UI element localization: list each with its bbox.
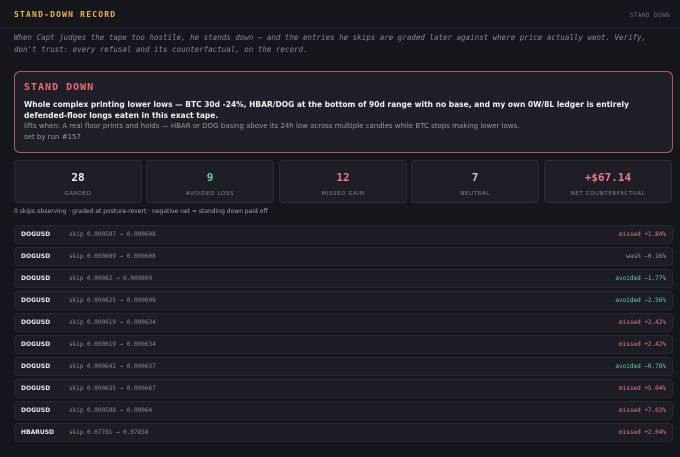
row-result: missed +2.42%: [619, 319, 666, 326]
skip-row[interactable]: DOGUSD skip 0.00062 → 0.000609 avoided −…: [14, 269, 673, 288]
row-range: skip 0.000619 → 0.000634: [69, 319, 156, 326]
page-header: STAND-DOWN RECORD STAND DOWN: [0, 0, 680, 28]
row-result: wash −0.16%: [626, 253, 666, 260]
stat-value: 7: [471, 171, 479, 184]
status-label: STAND DOWN: [629, 12, 670, 19]
row-symbol: DOGUSD: [21, 253, 51, 260]
skip-row[interactable]: DOGUSD skip 0.000619 → 0.000634 missed +…: [14, 313, 673, 332]
stat-card-avoided-loss: 9 AVOIDED LOSS: [146, 160, 274, 203]
row-result: missed +1.84%: [619, 231, 666, 238]
skip-row[interactable]: DOGUSD skip 0.000619 → 0.000634 missed +…: [14, 335, 673, 354]
stat-label: AVOIDED LOSS: [185, 191, 235, 197]
row-range: skip 0.00062 → 0.000609: [69, 275, 153, 282]
stat-card-neutral: 7 NEUTRAL: [411, 160, 539, 203]
row-symbol: DOGUSD: [21, 275, 51, 282]
row-result: missed +2.42%: [619, 341, 666, 348]
stat-card-net-counterfactual: +$67.14 NET COUNTERFACTUAL: [544, 160, 672, 203]
page-title: STAND-DOWN RECORD: [14, 10, 117, 19]
row-result: missed +7.02%: [619, 407, 666, 414]
summary-line: 0 skips observing · graded at posture-re…: [14, 208, 268, 215]
row-symbol: DOGUSD: [21, 407, 51, 414]
skip-row[interactable]: DOGUSD skip 0.000609 → 0.000608 wash −0.…: [14, 247, 673, 266]
stat-value: 9: [206, 171, 214, 184]
row-range: skip 0.000598 → 0.00064: [69, 407, 153, 414]
row-symbol: DOGUSD: [21, 341, 51, 348]
row-result: missed +5.04%: [619, 385, 666, 392]
stat-label: GRADED: [64, 191, 92, 197]
row-range: skip 0.000635 → 0.000667: [69, 385, 156, 392]
row-symbol: DOGUSD: [21, 363, 51, 370]
skip-row[interactable]: HBARUSD skip 0.07701 → 0.07858 missed +2…: [14, 423, 673, 442]
intro-text: When Capt judges the tape too hostile, h…: [14, 33, 647, 54]
row-symbol: DOGUSD: [21, 231, 51, 238]
row-symbol: DOGUSD: [21, 297, 51, 304]
stat-value: 28: [71, 171, 85, 184]
row-range: skip 0.000625 → 0.000609: [69, 297, 156, 304]
skip-row[interactable]: DOGUSD skip 0.000625 → 0.000609 avoided …: [14, 291, 673, 310]
row-result: avoided −1.77%: [615, 275, 666, 282]
row-range: skip 0.000609 → 0.000608: [69, 253, 156, 260]
row-symbol: DOGUSD: [21, 319, 51, 326]
skip-row[interactable]: DOGUSD skip 0.000597 → 0.000608 missed +…: [14, 225, 673, 244]
row-result: avoided −2.56%: [615, 297, 666, 304]
stat-value: 12: [336, 171, 350, 184]
stat-card-missed-gain: 12 MISSED GAIN: [279, 160, 407, 203]
banner-title: STAND DOWN: [24, 82, 95, 93]
banner-lifts-when: lifts when: A real floor prints and hold…: [24, 122, 520, 130]
row-result: missed +2.04%: [619, 429, 666, 436]
stat-value: +$67.14: [584, 171, 632, 184]
row-symbol: DOGUSD: [21, 385, 51, 392]
row-range: skip 0.000619 → 0.000634: [69, 341, 156, 348]
row-range: skip 0.000597 → 0.000608: [69, 231, 156, 238]
skip-row[interactable]: DOGUSD skip 0.000598 → 0.00064 missed +7…: [14, 401, 673, 420]
stat-card-graded: 28 GRADED: [14, 160, 142, 203]
stat-label: MISSED GAIN: [321, 191, 365, 197]
stand-down-banner: STAND DOWN Whole complex printing lower …: [14, 71, 673, 153]
banner-set-by: set by run #157: [24, 133, 81, 141]
banner-description: Whole complex printing lower lows — BTC …: [24, 100, 629, 120]
skip-row[interactable]: DOGUSD skip 0.000635 → 0.000667 missed +…: [14, 379, 673, 398]
stat-label: NEUTRAL: [460, 191, 490, 197]
row-range: skip 0.000642 → 0.000637: [69, 363, 156, 370]
skip-row[interactable]: DOGUSD skip 0.000642 → 0.000637 avoided …: [14, 357, 673, 376]
row-symbol: HBARUSD: [21, 429, 55, 436]
stat-label: NET COUNTERFACTUAL: [570, 191, 646, 197]
row-range: skip 0.07701 → 0.07858: [69, 429, 149, 436]
row-result: avoided −0.78%: [615, 363, 666, 370]
